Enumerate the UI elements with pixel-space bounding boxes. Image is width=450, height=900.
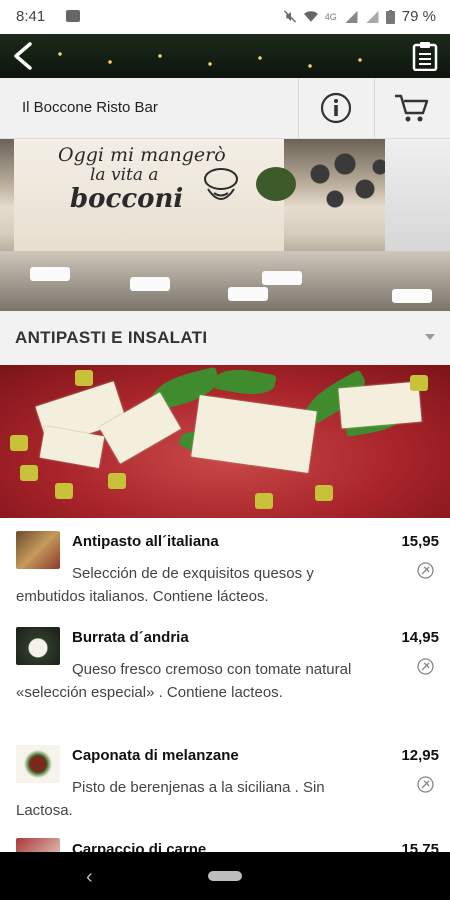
restaurant-name: Il Boccone Risto Bar: [22, 99, 158, 116]
system-nav-bar: ‹: [0, 852, 450, 900]
string-lights-backdrop: [0, 34, 450, 78]
status-bar: 8:41 4G 79 %: [0, 0, 450, 34]
table: [228, 287, 268, 301]
table: [262, 271, 302, 285]
pickle-cube: [10, 435, 28, 451]
hanging-plant: [256, 167, 296, 201]
battery-icon: [385, 9, 395, 24]
gallery-notification-icon: [66, 10, 80, 22]
chef-drawing-icon: [204, 168, 238, 200]
signal-icon-2: [366, 10, 379, 23]
status-time: 8:41: [16, 8, 46, 25]
item-name: Antipasto all´italiana: [72, 533, 219, 550]
allergen-icon: [417, 562, 434, 579]
menu-item[interactable]: Antipasto all´italiana 15,95 Selección d…: [0, 518, 450, 615]
wall-decoration: [300, 149, 390, 229]
info-icon[interactable]: [318, 90, 354, 126]
category-header[interactable]: ANTIPASTI E INSALATI: [0, 311, 450, 366]
pickle-cube: [20, 465, 38, 481]
parmesan-shaving: [191, 395, 317, 473]
back-arrow-icon[interactable]: [6, 38, 42, 74]
nav-back-icon[interactable]: ‹: [86, 866, 93, 889]
category-title: ANTIPASTI E INSALATI: [15, 328, 208, 347]
item-name: Burrata d´andria: [72, 629, 189, 646]
hero-dining-area: [0, 251, 450, 311]
table: [30, 267, 70, 281]
pickle-cube: [315, 485, 333, 501]
table: [392, 289, 432, 303]
item-description: Selección de de exquisitos quesos y embu…: [16, 565, 314, 605]
menu-item[interactable]: Caponata di melanzane 12,95 Pisto de ber…: [0, 732, 450, 829]
pickle-cube: [255, 493, 273, 509]
restaurant-hero-image: Oggi mi mangerò la vita a bocconi: [0, 139, 450, 311]
pickle-cube: [108, 473, 126, 489]
top-bar: [0, 34, 450, 78]
restaurant-header: Il Boccone Risto Bar: [0, 78, 450, 139]
pickle-cube: [55, 483, 73, 499]
clipboard-icon[interactable]: [412, 41, 438, 71]
slogan-line-1: Oggi mi mangerò: [58, 144, 226, 166]
allergen-icon: [417, 776, 434, 793]
mute-icon: [283, 10, 296, 23]
wifi-icon: [303, 11, 318, 22]
network-type: 4G: [324, 11, 337, 22]
signal-icon: [345, 10, 358, 23]
parmesan-shaving: [39, 426, 105, 468]
divider: [298, 78, 299, 138]
chevron-down-icon[interactable]: [425, 334, 435, 340]
status-icons: 4G 79 %: [283, 8, 436, 25]
menu-item[interactable]: Burrata d´andria 14,95 Queso fresco crem…: [0, 614, 450, 733]
hero-shelf: [385, 139, 450, 251]
pickle-cube: [410, 375, 428, 391]
cart-icon[interactable]: [392, 90, 432, 126]
item-description: Queso fresco cremoso con tomate natural …: [16, 661, 352, 701]
battery-percent: 79 %: [401, 8, 436, 25]
table: [130, 277, 170, 291]
divider: [374, 78, 375, 138]
category-image: [0, 365, 450, 518]
item-price: 15,95: [401, 533, 439, 550]
item-description: Pisto de berenjenas a la siciliana . Sin…: [16, 779, 325, 819]
allergen-icon: [417, 658, 434, 675]
item-name: Caponata di melanzane: [72, 747, 239, 764]
pickle-cube: [75, 370, 93, 386]
nav-home-pill[interactable]: [208, 871, 242, 881]
item-price: 12,95: [401, 747, 439, 764]
arugula-leaf: [213, 365, 277, 400]
item-price: 14,95: [401, 629, 439, 646]
